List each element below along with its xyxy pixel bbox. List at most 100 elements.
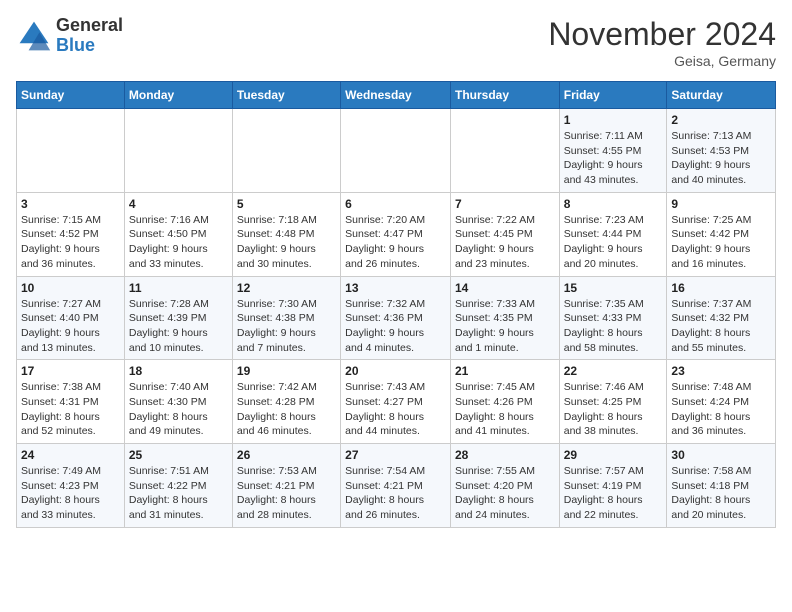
- day-cell-19: 19 Sunrise: 7:42 AM Sunset: 4:28 PM Dayli…: [232, 360, 340, 444]
- day-cell-16: 16Sunrise: 7:37 AM Sunset: 4:32 PM Dayli…: [667, 276, 776, 360]
- week-row-3: 10 Sunrise: 7:27 AM Sunset: 4:40 PM Dayli…: [17, 276, 776, 360]
- day-info: Sunrise: 7:30 AM Sunset: 4:38 PM Dayligh…: [237, 297, 336, 356]
- weekday-header-friday: Friday: [559, 82, 667, 109]
- week-row-5: 24Sunrise: 7:49 AM Sunset: 4:23 PM Dayli…: [17, 444, 776, 528]
- calendar-header: SundayMondayTuesdayWednesdayThursdayFrid…: [17, 82, 776, 109]
- weekday-header-wednesday: Wednesday: [341, 82, 451, 109]
- day-number: 30: [671, 448, 771, 462]
- day-cell-13: 13 Sunrise: 7:32 AM Sunset: 4:36 PM Dayli…: [341, 276, 451, 360]
- weekday-header-tuesday: Tuesday: [232, 82, 340, 109]
- day-cell-10: 10 Sunrise: 7:27 AM Sunset: 4:40 PM Dayli…: [17, 276, 125, 360]
- day-cell-20: 20 Sunrise: 7:43 AM Sunset: 4:27 PM Dayli…: [341, 360, 451, 444]
- day-info: Sunrise: 7:13 AM Sunset: 4:53 PM Dayligh…: [671, 129, 771, 188]
- day-number: 29: [564, 448, 663, 462]
- week-row-1: 1 Sunrise: 7:11 AM Sunset: 4:55 PM Daylig…: [17, 109, 776, 193]
- day-number: 1: [564, 113, 663, 127]
- day-cell-11: 11Sunrise: 7:28 AM Sunset: 4:39 PM Dayli…: [124, 276, 232, 360]
- day-cell-24: 24Sunrise: 7:49 AM Sunset: 4:23 PM Dayli…: [17, 444, 125, 528]
- logo: General Blue: [16, 16, 123, 56]
- day-cell-27: 27 Sunrise: 7:54 AM Sunset: 4:21 PM Dayli…: [341, 444, 451, 528]
- day-cell-9: 9 Sunrise: 7:25 AM Sunset: 4:42 PM Daylig…: [667, 192, 776, 276]
- day-info: Sunrise: 7:20 AM Sunset: 4:47 PM Dayligh…: [345, 213, 446, 272]
- weekday-header-monday: Monday: [124, 82, 232, 109]
- day-number: 14: [455, 281, 555, 295]
- empty-cell: [124, 109, 232, 193]
- day-info: Sunrise: 7:23 AM Sunset: 4:44 PM Dayligh…: [564, 213, 663, 272]
- day-number: 5: [237, 197, 336, 211]
- day-number: 27: [345, 448, 446, 462]
- day-info: Sunrise: 7:27 AM Sunset: 4:40 PM Dayligh…: [21, 297, 120, 356]
- day-info: Sunrise: 7:48 AM Sunset: 4:24 PM Dayligh…: [671, 380, 771, 439]
- day-info: Sunrise: 7:43 AM Sunset: 4:27 PM Dayligh…: [345, 380, 446, 439]
- day-cell-18: 18Sunrise: 7:40 AM Sunset: 4:30 PM Dayli…: [124, 360, 232, 444]
- day-number: 9: [671, 197, 771, 211]
- calendar-table: SundayMondayTuesdayWednesdayThursdayFrid…: [16, 81, 776, 528]
- day-number: 10: [21, 281, 120, 295]
- day-info: Sunrise: 7:57 AM Sunset: 4:19 PM Dayligh…: [564, 464, 663, 523]
- page-header: General Blue November 2024 Geisa, German…: [16, 16, 776, 69]
- day-number: 25: [129, 448, 228, 462]
- empty-cell: [341, 109, 451, 193]
- logo-icon: [16, 18, 52, 54]
- day-cell-29: 29 Sunrise: 7:57 AM Sunset: 4:19 PM Dayli…: [559, 444, 667, 528]
- day-number: 12: [237, 281, 336, 295]
- weekday-header-sunday: Sunday: [17, 82, 125, 109]
- weekday-header-saturday: Saturday: [667, 82, 776, 109]
- logo-general: General: [56, 16, 123, 36]
- day-info: Sunrise: 7:38 AM Sunset: 4:31 PM Dayligh…: [21, 380, 120, 439]
- day-number: 8: [564, 197, 663, 211]
- day-number: 7: [455, 197, 555, 211]
- day-info: Sunrise: 7:35 AM Sunset: 4:33 PM Dayligh…: [564, 297, 663, 356]
- day-info: Sunrise: 7:32 AM Sunset: 4:36 PM Dayligh…: [345, 297, 446, 356]
- day-cell-14: 14 Sunrise: 7:33 AM Sunset: 4:35 PM Dayli…: [450, 276, 559, 360]
- day-info: Sunrise: 7:11 AM Sunset: 4:55 PM Dayligh…: [564, 129, 663, 188]
- weekday-row: SundayMondayTuesdayWednesdayThursdayFrid…: [17, 82, 776, 109]
- day-number: 23: [671, 364, 771, 378]
- day-info: Sunrise: 7:33 AM Sunset: 4:35 PM Dayligh…: [455, 297, 555, 356]
- day-info: Sunrise: 7:54 AM Sunset: 4:21 PM Dayligh…: [345, 464, 446, 523]
- day-cell-4: 4Sunrise: 7:16 AM Sunset: 4:50 PM Daylig…: [124, 192, 232, 276]
- day-info: Sunrise: 7:42 AM Sunset: 4:28 PM Dayligh…: [237, 380, 336, 439]
- day-number: 13: [345, 281, 446, 295]
- day-info: Sunrise: 7:55 AM Sunset: 4:20 PM Dayligh…: [455, 464, 555, 523]
- day-number: 19: [237, 364, 336, 378]
- logo-text: General Blue: [56, 16, 123, 56]
- day-cell-21: 21Sunrise: 7:45 AM Sunset: 4:26 PM Dayli…: [450, 360, 559, 444]
- empty-cell: [17, 109, 125, 193]
- day-info: Sunrise: 7:22 AM Sunset: 4:45 PM Dayligh…: [455, 213, 555, 272]
- day-cell-22: 22Sunrise: 7:46 AM Sunset: 4:25 PM Dayli…: [559, 360, 667, 444]
- weekday-header-thursday: Thursday: [450, 82, 559, 109]
- day-cell-28: 28 Sunrise: 7:55 AM Sunset: 4:20 PM Dayli…: [450, 444, 559, 528]
- day-number: 22: [564, 364, 663, 378]
- day-number: 3: [21, 197, 120, 211]
- week-row-2: 3Sunrise: 7:15 AM Sunset: 4:52 PM Daylig…: [17, 192, 776, 276]
- day-cell-1: 1 Sunrise: 7:11 AM Sunset: 4:55 PM Daylig…: [559, 109, 667, 193]
- location: Geisa, Germany: [548, 53, 776, 69]
- day-cell-26: 26 Sunrise: 7:53 AM Sunset: 4:21 PM Dayli…: [232, 444, 340, 528]
- day-number: 26: [237, 448, 336, 462]
- day-cell-5: 5 Sunrise: 7:18 AM Sunset: 4:48 PM Daylig…: [232, 192, 340, 276]
- day-number: 21: [455, 364, 555, 378]
- day-cell-25: 25 Sunrise: 7:51 AM Sunset: 4:22 PM Dayli…: [124, 444, 232, 528]
- day-cell-7: 7 Sunrise: 7:22 AM Sunset: 4:45 PM Daylig…: [450, 192, 559, 276]
- day-info: Sunrise: 7:25 AM Sunset: 4:42 PM Dayligh…: [671, 213, 771, 272]
- day-cell-30: 30 Sunrise: 7:58 AM Sunset: 4:18 PM Dayli…: [667, 444, 776, 528]
- day-info: Sunrise: 7:53 AM Sunset: 4:21 PM Dayligh…: [237, 464, 336, 523]
- month-title: November 2024: [548, 16, 776, 53]
- day-number: 20: [345, 364, 446, 378]
- day-info: Sunrise: 7:18 AM Sunset: 4:48 PM Dayligh…: [237, 213, 336, 272]
- day-info: Sunrise: 7:49 AM Sunset: 4:23 PM Dayligh…: [21, 464, 120, 523]
- day-cell-2: 2Sunrise: 7:13 AM Sunset: 4:53 PM Daylig…: [667, 109, 776, 193]
- day-number: 15: [564, 281, 663, 295]
- day-info: Sunrise: 7:51 AM Sunset: 4:22 PM Dayligh…: [129, 464, 228, 523]
- week-row-4: 17 Sunrise: 7:38 AM Sunset: 4:31 PM Dayli…: [17, 360, 776, 444]
- logo-blue: Blue: [56, 36, 123, 56]
- day-cell-12: 12 Sunrise: 7:30 AM Sunset: 4:38 PM Dayli…: [232, 276, 340, 360]
- day-cell-15: 15 Sunrise: 7:35 AM Sunset: 4:33 PM Dayli…: [559, 276, 667, 360]
- day-info: Sunrise: 7:58 AM Sunset: 4:18 PM Dayligh…: [671, 464, 771, 523]
- day-number: 6: [345, 197, 446, 211]
- day-number: 28: [455, 448, 555, 462]
- day-number: 16: [671, 281, 771, 295]
- day-info: Sunrise: 7:40 AM Sunset: 4:30 PM Dayligh…: [129, 380, 228, 439]
- day-number: 17: [21, 364, 120, 378]
